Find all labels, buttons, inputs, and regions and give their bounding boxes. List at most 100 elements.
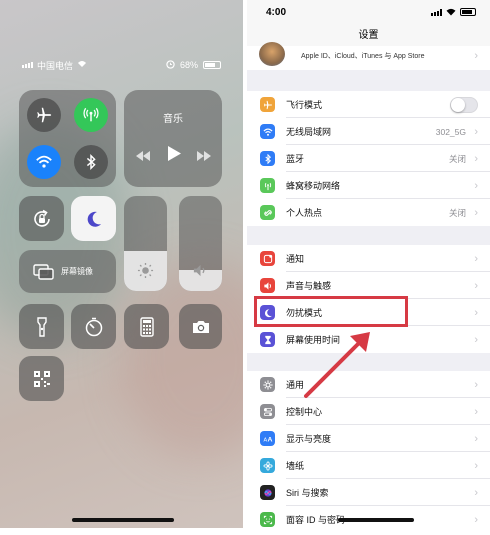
apple-id-row[interactable]: Apple ID、iCloud、iTunes 与 App Store ›: [247, 42, 490, 70]
bluetooth-icon: [260, 151, 275, 166]
camera-button[interactable]: [179, 304, 222, 349]
bluetooth-icon: [86, 153, 96, 171]
screen-mirroring-button[interactable]: 屏幕镜像: [19, 250, 116, 293]
wifi-icon: [446, 8, 456, 16]
settings-row[interactable]: 通知 ›: [247, 245, 490, 272]
wifi-icon: [36, 155, 52, 168]
flashlight-icon: [36, 316, 47, 337]
settings-row[interactable]: 个人热点 关闭 ›: [247, 199, 490, 226]
next-track-icon[interactable]: [197, 148, 211, 164]
settings-row-label: 蜂窝移动网络: [286, 181, 341, 191]
chevron-right-icon: ›: [474, 252, 478, 265]
connectivity-settings-group: 飞行模式 无线局域网 302_5G › 蓝牙 关闭 › 蜂窝移动网络 › 个人热点 关闭 ›: [247, 91, 490, 226]
battery-icon: [460, 8, 476, 16]
battery-icon: [203, 61, 221, 69]
status-bar: 4:00: [247, 0, 490, 24]
status-time: 4:00: [266, 7, 287, 18]
hourglass-icon: [260, 332, 275, 347]
chevron-right-icon: ›: [474, 152, 478, 165]
svg-text:A: A: [267, 436, 272, 443]
settings-row[interactable]: 控制中心 ›: [247, 398, 490, 425]
home-indicator[interactable]: [72, 518, 174, 522]
screen-mirroring-icon: [33, 263, 54, 280]
calculator-button[interactable]: [124, 304, 169, 349]
settings-row-label: 飞行模式: [286, 100, 323, 110]
screen-mirroring-label: 屏幕镜像: [61, 267, 93, 276]
chevron-right-icon: ›: [474, 125, 478, 138]
chevron-right-icon: ›: [474, 459, 478, 472]
flower-icon: [260, 458, 275, 473]
signal-icon: [431, 8, 442, 16]
airplane-toggle[interactable]: [27, 98, 61, 132]
chevron-right-icon: ›: [474, 378, 478, 391]
flashlight-button[interactable]: [19, 304, 64, 349]
wifi-icon: [77, 60, 87, 70]
brightness-slider[interactable]: [124, 196, 167, 291]
avatar: [259, 42, 285, 66]
settings-row[interactable]: Siri 与搜索 ›: [247, 479, 490, 506]
airplane-icon: [37, 107, 52, 123]
settings-row[interactable]: 无线局域网 302_5G ›: [247, 118, 490, 145]
play-icon[interactable]: [167, 146, 181, 164]
wifi-toggle[interactable]: [27, 145, 61, 179]
control-center-panel: 中国电信 68% 音乐 屏幕镜像: [0, 0, 243, 528]
chevron-right-icon: ›: [474, 179, 478, 192]
settings-row-label: 面容 ID 与密码: [286, 515, 346, 525]
settings-row[interactable]: 蜂窝移动网络 ›: [247, 172, 490, 199]
volume-slider[interactable]: [179, 196, 222, 291]
settings-row[interactable]: 蓝牙 关闭 ›: [247, 145, 490, 172]
settings-row[interactable]: A A 显示与亮度 ›: [247, 425, 490, 452]
antenna-icon: [260, 178, 275, 193]
settings-row-label: 控制中心: [286, 407, 323, 417]
signal-icon: [22, 62, 33, 68]
brightness-icon: [137, 262, 154, 279]
battery-percent: 68%: [179, 60, 198, 70]
settings-row[interactable]: 面容 ID 与密码 ›: [247, 506, 490, 528]
do-not-disturb-button[interactable]: [71, 196, 116, 241]
carrier-label: 中国电信: [37, 60, 74, 71]
speaker-icon: [193, 264, 205, 277]
settings-row-label: 无线局域网: [286, 127, 332, 137]
calculator-icon: [139, 316, 154, 337]
music-module[interactable]: [124, 90, 222, 187]
chevron-right-icon: ›: [474, 50, 478, 62]
apple-id-subtitle: Apple ID、iCloud、iTunes 与 App Store: [301, 53, 425, 60]
settings-row-label: 蓝牙: [286, 154, 305, 164]
cellular-toggle[interactable]: [74, 98, 108, 132]
qr-scanner-button[interactable]: [19, 356, 64, 401]
rotation-lock-icon: [33, 209, 50, 227]
chevron-right-icon: ›: [474, 279, 478, 292]
timer-icon: [85, 317, 102, 336]
settings-row[interactable]: 墙纸 ›: [247, 452, 490, 479]
orientation-lock-button[interactable]: [19, 196, 64, 241]
previous-track-icon[interactable]: [136, 148, 150, 164]
settings-row-label: Siri 与搜索: [286, 488, 329, 498]
settings-row[interactable]: 飞行模式: [247, 91, 490, 118]
notification-icon: [260, 251, 275, 266]
settings-row-value: 302_5G: [435, 126, 466, 137]
speaker-icon: [260, 278, 275, 293]
switches-icon: [260, 404, 275, 419]
qr-code-icon: [33, 370, 50, 387]
settings-row-label: 声音与触感: [286, 281, 332, 291]
bluetooth-toggle[interactable]: [74, 145, 108, 179]
timer-button[interactable]: [71, 304, 116, 349]
music-title: 音乐: [163, 114, 183, 125]
text-size-icon: AA: [260, 431, 275, 446]
settings-row-label: 显示与亮度: [286, 434, 332, 444]
chevron-right-icon: ›: [474, 486, 478, 499]
settings-row-label: 墙纸: [286, 461, 305, 471]
home-indicator[interactable]: [338, 518, 414, 522]
chevron-right-icon: ›: [474, 206, 478, 219]
airplane-mode-toggle[interactable]: [450, 97, 478, 113]
face-id-icon: [260, 512, 275, 527]
siri-icon: [260, 485, 275, 500]
chevron-right-icon: ›: [474, 513, 478, 526]
arrow-icon: [304, 332, 370, 398]
moon-icon: [87, 211, 101, 227]
settings-row[interactable]: 声音与触感 ›: [247, 272, 490, 299]
camera-icon: [192, 320, 209, 333]
settings-row-value: 关闭: [448, 207, 466, 218]
airplane-icon: [260, 97, 275, 112]
settings-panel: 4:00 设置 Apple ID、iCloud、iTunes 与 App Sto…: [247, 0, 490, 528]
